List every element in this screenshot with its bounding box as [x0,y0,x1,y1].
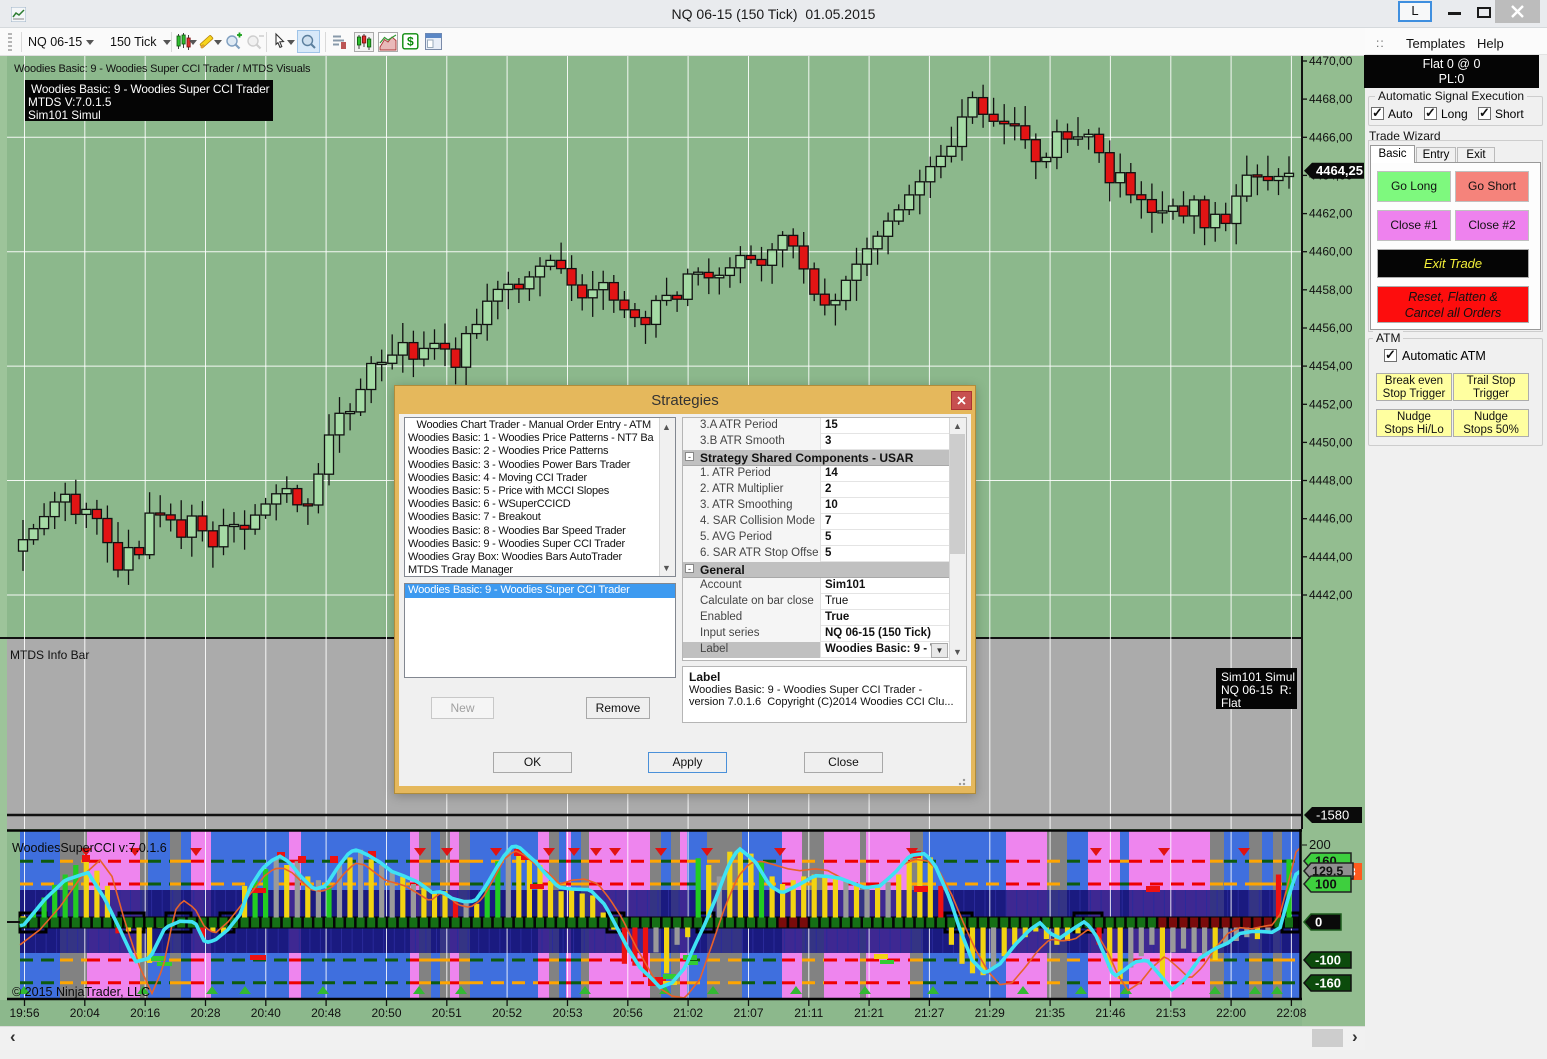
svg-text:21:27: 21:27 [914,1006,944,1020]
svg-text:4458,00: 4458,00 [1309,283,1353,297]
svg-text:Flat: Flat [1221,696,1242,710]
svg-text:Woodies Basic: 9 - Woodies Sup: Woodies Basic: 9 - Woodies Super CCI Tra… [14,63,311,75]
svg-text:21:07: 21:07 [733,1006,763,1020]
svg-text:Sim101 Simul: Sim101 Simul [28,108,101,122]
svg-text:4466,00: 4466,00 [1309,130,1353,144]
svg-text:MTDS V:7.0.1.5: MTDS V:7.0.1.5 [28,95,112,109]
svg-text:20:28: 20:28 [190,1006,220,1020]
svg-text:4462,00: 4462,00 [1309,207,1353,221]
svg-text:100: 100 [1315,877,1337,892]
svg-text:20:51: 20:51 [432,1006,462,1020]
svg-text:21:53: 21:53 [1156,1006,1186,1020]
svg-text:4446,00: 4446,00 [1309,512,1353,526]
svg-text:20:56: 20:56 [613,1006,643,1020]
svg-text:MTDS Info Bar: MTDS Info Bar [10,648,89,662]
svg-text:Woodies Basic: 9 - Woodies Sup: Woodies Basic: 9 - Woodies Super CCI Tra… [31,82,270,96]
svg-text:20:53: 20:53 [552,1006,582,1020]
svg-text:20:40: 20:40 [251,1006,281,1020]
svg-text:4468,00: 4468,00 [1309,92,1353,106]
svg-text:21:35: 21:35 [1035,1006,1065,1020]
svg-text:20:50: 20:50 [371,1006,401,1020]
svg-text:$: $ [407,35,414,49]
svg-text:4444,00: 4444,00 [1309,550,1353,564]
svg-text:21:29: 21:29 [975,1006,1005,1020]
svg-text:20:52: 20:52 [492,1006,522,1020]
svg-text:4456,00: 4456,00 [1309,321,1353,335]
svg-text:WoodiesSuperCCI v:7.0.1.6: WoodiesSuperCCI v:7.0.1.6 [12,841,167,855]
svg-text:© 2015 NinjaTrader, LLC: © 2015 NinjaTrader, LLC [12,985,150,999]
svg-text:4452,00: 4452,00 [1309,397,1353,411]
svg-text:21:21: 21:21 [854,1006,884,1020]
svg-text:-160: -160 [1315,976,1341,991]
svg-text:21:02: 21:02 [673,1006,703,1020]
svg-text:4454,00: 4454,00 [1309,359,1353,373]
svg-text:-100: -100 [1315,953,1341,968]
svg-text:-1580: -1580 [1316,808,1349,823]
svg-text:0: 0 [1315,915,1322,930]
svg-text:4460,00: 4460,00 [1309,245,1353,259]
svg-text:20:16: 20:16 [130,1006,160,1020]
svg-text:Sim101 Simul: Sim101 Simul [1221,670,1295,684]
svg-text:4464,25: 4464,25 [1316,163,1363,178]
svg-text:19:56: 19:56 [9,1006,39,1020]
svg-text:4442,00: 4442,00 [1309,588,1353,602]
svg-text:21:11: 21:11 [794,1006,823,1020]
svg-text:NQ 06-15 R:: NQ 06-15 R: [1221,683,1292,697]
svg-text:21:46: 21:46 [1095,1006,1125,1020]
svg-text:20:48: 20:48 [311,1006,341,1020]
svg-text:4450,00: 4450,00 [1309,435,1353,449]
svg-text:4470,00: 4470,00 [1309,56,1353,68]
svg-text:22:08: 22:08 [1276,1006,1306,1020]
svg-text:200: 200 [1309,837,1331,852]
svg-text:20:04: 20:04 [70,1006,100,1020]
svg-text:4448,00: 4448,00 [1309,474,1353,488]
svg-text:22:00: 22:00 [1216,1006,1246,1020]
